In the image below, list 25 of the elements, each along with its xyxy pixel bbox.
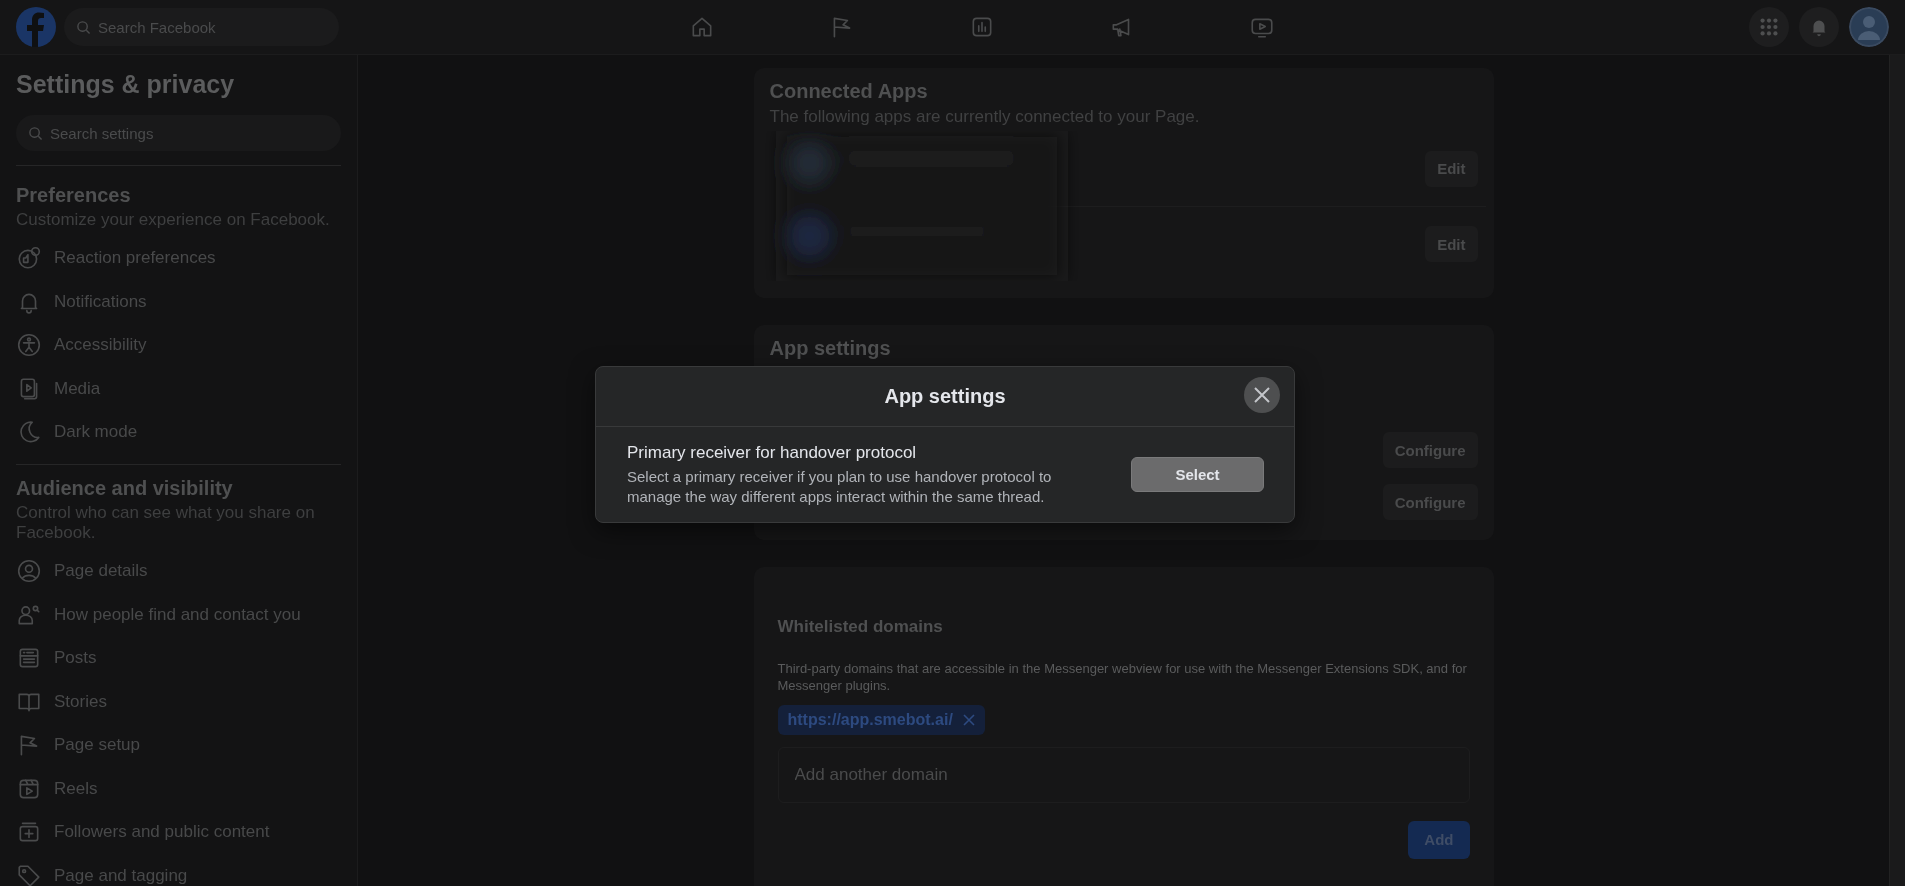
sidebar-title: Settings & privacy	[16, 70, 236, 99]
logo-icon[interactable]	[16, 7, 56, 47]
grid-icon	[1758, 16, 1780, 38]
close-button[interactable]	[1244, 377, 1280, 413]
person-icon	[16, 558, 42, 585]
section-title: Preferences	[16, 184, 132, 207]
search-icon	[28, 125, 43, 141]
section-title: Audience and visibility	[16, 476, 234, 500]
menu-button[interactable]	[1749, 7, 1789, 47]
notifications-button[interactable]	[1799, 7, 1839, 47]
dialog-title: App settings	[884, 385, 1006, 408]
accessibility-icon	[16, 332, 42, 359]
select-button[interactable]: Select	[1131, 457, 1264, 492]
card-title: Connected Apps	[769, 80, 929, 103]
close-icon	[1253, 386, 1271, 404]
domain-tag: https://app.smebot.ai/	[777, 704, 985, 735]
card-title: App settings	[769, 337, 892, 360]
close-icon[interactable]	[962, 713, 975, 726]
avatar[interactable]	[1849, 7, 1889, 47]
setting-title: Primary receiver for handover protocol	[627, 443, 918, 463]
card-title: Whitelisted domains	[777, 617, 944, 637]
setting-description: Select a primary receiver if you plan to use handover protocol to manage the way different apps interact within the same thread.	[627, 467, 1053, 506]
card-description: Third-party domains that are accessible in the Messenger webview for use with the Messenger Extensions SDK, and for Messenger plugins.	[777, 661, 1468, 695]
search-icon	[76, 19, 91, 35]
tag-icon	[16, 862, 42, 886]
